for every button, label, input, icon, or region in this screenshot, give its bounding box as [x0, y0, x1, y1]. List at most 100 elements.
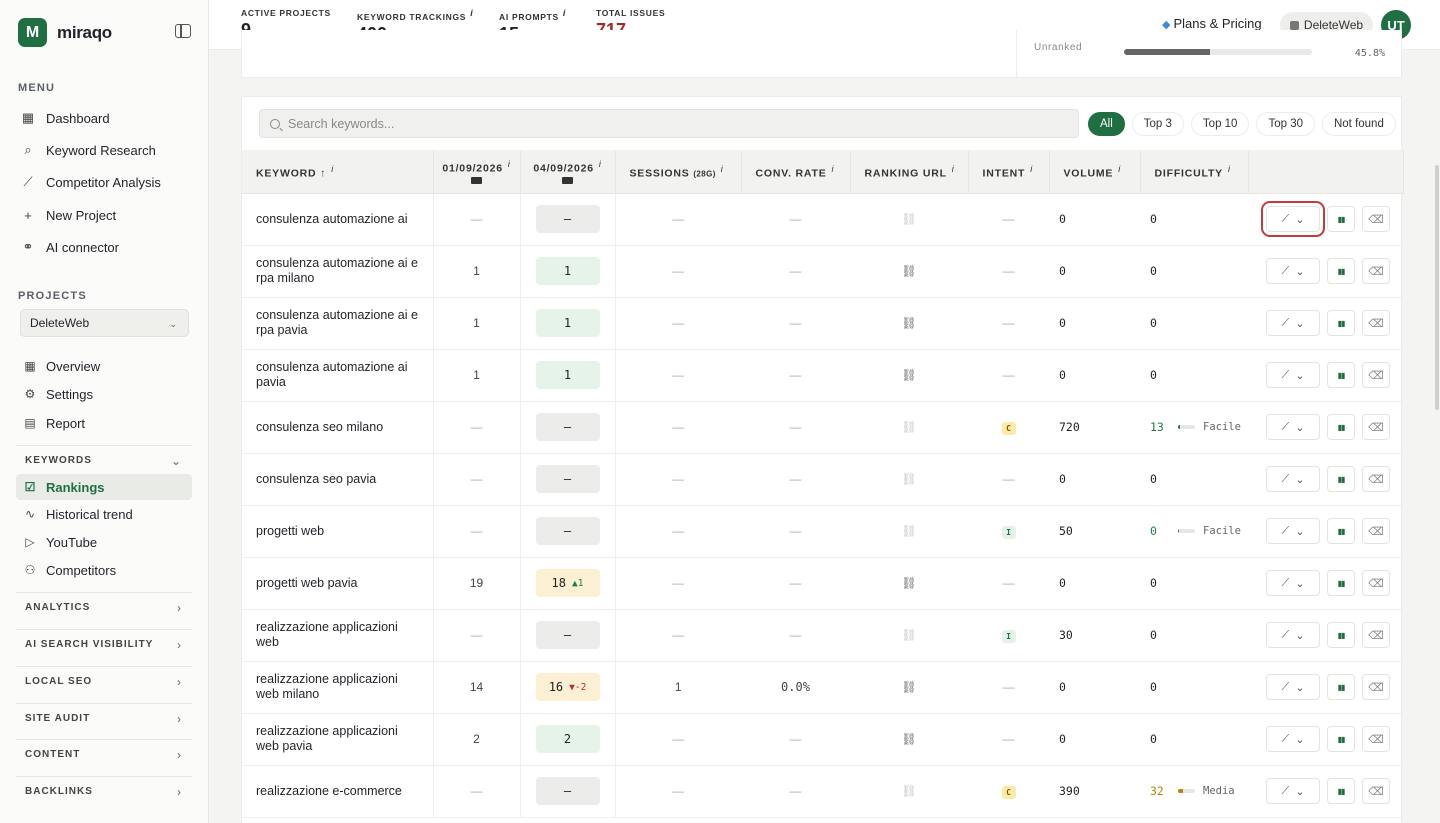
keywords-nav-rankings[interactable]: ☑ Rankings — [16, 474, 192, 500]
col-intent[interactable]: INTENT i — [968, 150, 1050, 194]
delete-button[interactable]: ⌫ — [1362, 206, 1390, 232]
chart-dropdown-button[interactable]: ⟋ ⌄ — [1266, 622, 1320, 648]
bar-chart-button[interactable]: ▮▮ — [1327, 414, 1355, 440]
bar-chart-button[interactable]: ▮▮ — [1327, 726, 1355, 752]
table-row[interactable]: realizzazione e-commerce — – — — ⛓ C 390 32 Media… — [242, 765, 1403, 818]
delete-button[interactable]: ⌫ — [1362, 622, 1390, 648]
bar-chart-button[interactable]: ▮▮ — [1327, 674, 1355, 700]
chart-dropdown-button[interactable]: ⟋ ⌄ — [1266, 258, 1320, 284]
project-nav-settings[interactable]: ⚙ Settings — [16, 381, 192, 407]
col-sessions[interactable]: SESSIONS (28G) i — [615, 150, 742, 194]
keywords-group-toggle[interactable]: KEYWORDS ⌄ — [16, 445, 192, 475]
delete-button[interactable]: ⌫ — [1362, 310, 1390, 336]
keywords-nav-historical-trend[interactable]: ∿ Historical trend — [16, 501, 192, 527]
nav-ai-connector[interactable]: ⚭ AI connector — [16, 233, 192, 261]
delete-button[interactable]: ⌫ — [1362, 570, 1390, 596]
project-nav-report[interactable]: ▤ Report — [16, 410, 192, 436]
group-backlinks[interactable]: BACKLINKS › — [16, 776, 192, 806]
table-row[interactable]: consulenza seo pavia — – — — ⛓ —0 0 ⟋ ⌄ ▮▮ ⌫ — [242, 453, 1403, 506]
bar-chart-button[interactable]: ▮▮ — [1327, 258, 1355, 284]
bar-chart-button[interactable]: ▮▮ — [1327, 518, 1355, 544]
delete-button[interactable]: ⌫ — [1362, 362, 1390, 388]
info-icon[interactable]: i — [832, 164, 835, 174]
info-icon[interactable]: i — [1228, 164, 1231, 174]
bar-chart-button[interactable]: ▮▮ — [1327, 622, 1355, 648]
table-row[interactable]: consulenza automazione ai e rpa pavia 1 1 —… — [242, 297, 1403, 350]
bar-chart-button[interactable]: ▮▮ — [1327, 778, 1355, 804]
table-row[interactable]: consulenza automazione ai — – — — ⛓ —0 0 ⟋ ⌄ ▮▮ ⌫ — [242, 193, 1403, 246]
search-input[interactable] — [288, 116, 1048, 131]
project-select[interactable]: DeleteWeb ⌄ — [20, 309, 189, 337]
chart-dropdown-button[interactable]: ⟋ ⌄ — [1266, 310, 1320, 336]
chart-dropdown-button[interactable]: ⟋ ⌄ — [1266, 362, 1320, 388]
filter-top-3[interactable]: Top 3 — [1131, 112, 1184, 136]
table-row[interactable]: consulenza automazione ai e rpa milano 1 1… — [242, 245, 1403, 298]
delete-button[interactable]: ⌫ — [1362, 258, 1390, 284]
table-row[interactable]: consulenza automazione ai pavia 1 1 — — ⛓ — 0 0 ⟋… — [242, 349, 1403, 402]
col-ranking-url[interactable]: RANKING URL i — [850, 150, 969, 194]
search-bar[interactable] — [259, 109, 1079, 138]
bar-chart-button[interactable]: ▮▮ — [1327, 570, 1355, 596]
table-row[interactable]: realizzazione applicazioni web milano 14 1… — [242, 661, 1403, 714]
delete-button[interactable]: ⌫ — [1362, 726, 1390, 752]
link-icon[interactable]: ⛓ — [901, 680, 916, 694]
delete-button[interactable]: ⌫ — [1362, 518, 1390, 544]
chart-dropdown-button[interactable]: ⟋ ⌄ — [1266, 726, 1320, 752]
chart-dropdown-button[interactable]: ⟋ ⌄ — [1261, 201, 1325, 237]
delete-button[interactable]: ⌫ — [1362, 466, 1390, 492]
col-conv-rate[interactable]: CONV. RATE i — [741, 150, 851, 194]
col-date2[interactable]: 04/09/2026 i — [520, 150, 616, 194]
keywords-nav-youtube[interactable]: ▷ YouTube — [16, 529, 192, 555]
filter-top-10[interactable]: Top 10 — [1190, 112, 1250, 136]
scrollbar[interactable] — [1435, 165, 1439, 410]
delete-button[interactable]: ⌫ — [1362, 778, 1390, 804]
info-icon[interactable]: i — [470, 8, 473, 18]
nav-competitor-analysis[interactable]: ⟋ Competitor Analysis — [16, 168, 192, 196]
bar-chart-button[interactable]: ▮▮ — [1327, 362, 1355, 388]
col-keyword[interactable]: KEYWORD ↑ i — [242, 150, 434, 194]
delete-button[interactable]: ⌫ — [1362, 674, 1390, 700]
nav-keyword-research[interactable]: ⌕ Keyword Research — [16, 136, 192, 164]
nav-new-project[interactable]: + New Project — [16, 201, 192, 229]
group-analytics[interactable]: ANALYTICS › — [16, 592, 192, 622]
table-row[interactable]: progetti web — – — — ⛓ I 50 0 Facile ⟋ ⌄ ▮▮ ⌫ — [242, 505, 1403, 558]
filter-not-found[interactable]: Not found — [1321, 112, 1396, 136]
table-row[interactable]: progetti web pavia 19 18 ▲1— — ⛓ —0 0 ⟋ ⌄ ▮▮ ⌫ — [242, 557, 1403, 610]
table-row[interactable]: realizzazione applicazioni web pavia 2 2 — —… — [242, 713, 1403, 766]
table-row[interactable]: realizzazione applicazioni web — – — — ⛓ I 30 0 ⟋… — [242, 609, 1403, 662]
bar-chart-button[interactable]: ▮▮ — [1327, 206, 1355, 232]
info-icon[interactable]: i — [599, 159, 602, 169]
filter-all[interactable]: All — [1088, 112, 1125, 136]
info-icon[interactable]: i — [331, 164, 334, 174]
link-icon[interactable]: ⛓ — [901, 316, 916, 330]
info-icon[interactable]: i — [508, 159, 511, 169]
delete-button[interactable]: ⌫ — [1362, 414, 1390, 440]
info-icon[interactable]: i — [952, 164, 955, 174]
chart-dropdown-button[interactable]: ⟋ ⌄ — [1266, 518, 1320, 544]
keywords-nav-competitors[interactable]: ⚇ Competitors — [16, 557, 192, 583]
col-volume[interactable]: VOLUME i — [1049, 150, 1141, 194]
group-content[interactable]: CONTENT › — [16, 739, 192, 769]
link-icon[interactable]: ⛓ — [901, 264, 916, 278]
info-icon[interactable]: i — [721, 164, 724, 174]
info-icon[interactable]: i — [563, 8, 566, 18]
info-icon[interactable]: i — [1030, 164, 1033, 174]
group-ai-search-visibility[interactable]: AI SEARCH VISIBILITY › — [16, 629, 192, 659]
nav-dashboard[interactable]: ▦ Dashboard — [16, 104, 192, 132]
group-local-seo[interactable]: LOCAL SEO › — [16, 666, 192, 696]
group-site-audit[interactable]: SITE AUDIT › — [16, 703, 192, 733]
sidebar-toggle-icon[interactable] — [175, 24, 191, 38]
chart-dropdown-button[interactable]: ⟋ ⌄ — [1266, 674, 1320, 700]
logo[interactable]: M miraqo — [18, 18, 112, 47]
plans-pricing-link[interactable]: ◆ Plans & Pricing — [1162, 16, 1262, 31]
project-nav-overview[interactable]: ▦ Overview — [16, 353, 192, 379]
bar-chart-button[interactable]: ▮▮ — [1327, 466, 1355, 492]
chart-dropdown-button[interactable]: ⟋ ⌄ — [1266, 778, 1320, 804]
col-difficulty[interactable]: DIFFICULTY i — [1140, 150, 1249, 194]
link-icon[interactable]: ⛓ — [901, 368, 916, 382]
info-icon[interactable]: i — [1118, 164, 1121, 174]
chart-dropdown-button[interactable]: ⟋ ⌄ — [1266, 414, 1320, 440]
link-icon[interactable]: ⛓ — [901, 576, 916, 590]
bar-chart-button[interactable]: ▮▮ — [1327, 310, 1355, 336]
col-date1[interactable]: 01/09/2026 i — [433, 150, 521, 194]
